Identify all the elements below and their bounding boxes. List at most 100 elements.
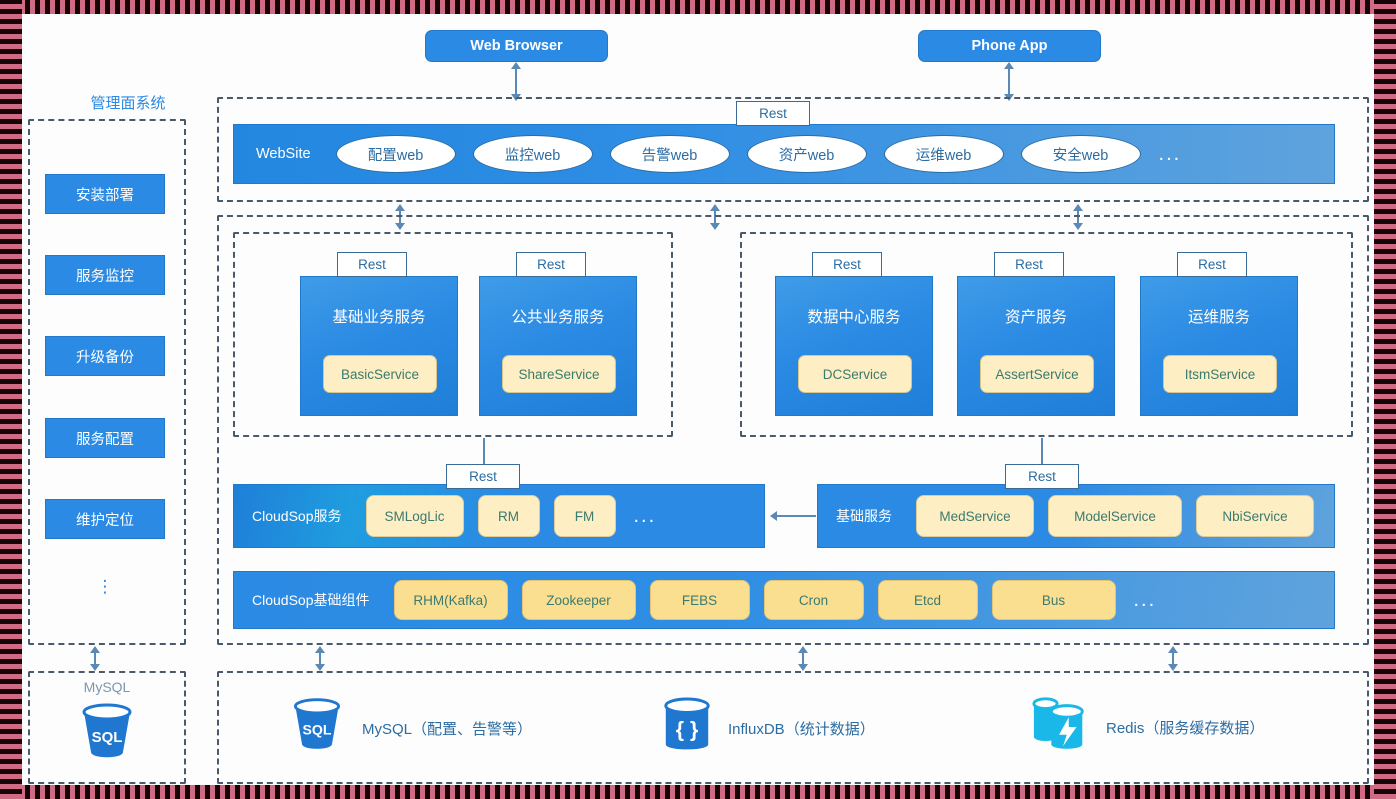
arrowhead-up-comp-influx: [798, 646, 808, 653]
client-phone-app: Phone App: [918, 30, 1101, 62]
service-pill-label: AssertService: [995, 366, 1079, 382]
website-module-ops[interactable]: 运维web: [883, 135, 1004, 173]
sidebar-item-label: 服务配置: [76, 431, 134, 448]
assert-service-rest-tag: Rest: [994, 252, 1064, 277]
arrowhead-up-comp-mysql: [315, 646, 325, 653]
website-module-label: 监控web: [504, 147, 561, 164]
service-pill-shareservice[interactable]: ShareService: [502, 355, 616, 393]
datastore-influxdb-label: InfluxDB（统计数据）: [728, 721, 875, 738]
website-module-label: 资产web: [778, 147, 835, 164]
base-chip-nbiservice[interactable]: NbiService: [1196, 495, 1314, 537]
sidebar-item-install-deploy[interactable]: 安装部署: [45, 174, 165, 214]
sidebar-mysql-title-text: MySQL: [83, 679, 131, 695]
arrowhead-down-comp-influx: [798, 664, 808, 671]
service-card-basic-business: 基础业务服务 BasicService: [300, 276, 458, 416]
service-card-title: 公共业务服务: [511, 309, 605, 326]
cloudsop-chip-smloglic[interactable]: SMLogLic: [365, 495, 464, 537]
website-module-security[interactable]: 安全web: [1020, 135, 1141, 173]
arrowhead-up-ws3: [1073, 204, 1083, 211]
component-chip-zookeeper[interactable]: Zookeeper: [521, 580, 636, 620]
svg-text:SQL: SQL: [92, 729, 123, 746]
chip-label: SMLogLic: [384, 508, 445, 524]
component-chip-bus[interactable]: Bus: [991, 580, 1116, 620]
chip-label: RHM(Kafka): [413, 592, 488, 608]
chip-label: Etcd: [913, 592, 941, 608]
base-chip-medservice[interactable]: MedService: [916, 495, 1034, 537]
client-phone-app-label: Phone App: [971, 38, 1048, 54]
website-module-label: 告警web: [641, 147, 698, 164]
cloudsop-chip-fm[interactable]: FM: [553, 495, 616, 537]
sidebar-more-dots: ⋮: [45, 578, 165, 595]
datastore-redis: Redis（服务缓存数据）: [1030, 694, 1264, 761]
sidebar-item-maintenance[interactable]: 维护定位: [45, 499, 165, 539]
diagram-page: Web Browser Phone App 管理面系统 安装部署 服务监控 升级…: [0, 0, 1396, 799]
service-pill-basicservice[interactable]: BasicService: [323, 355, 437, 393]
arrowhead-up-ws2: [710, 204, 720, 211]
sidebar-item-service-monitor[interactable]: 服务监控: [45, 255, 165, 295]
datastore-influxdb: { } InfluxDB（统计数据）: [660, 696, 875, 761]
component-chip-cron[interactable]: Cron: [763, 580, 864, 620]
base-service-rest-tag: Rest: [1005, 464, 1079, 489]
component-chip-etcd[interactable]: Etcd: [877, 580, 978, 620]
redis-cylinder-icon: [1030, 694, 1092, 761]
rest-label: Rest: [1015, 257, 1043, 272]
sidebar-item-label: 维护定位: [76, 512, 134, 529]
rest-label: Rest: [1198, 257, 1226, 272]
arrowhead-up-ws1: [395, 204, 405, 211]
cloudsop-service-title: CloudSop服务: [252, 508, 342, 524]
service-card-title: 资产服务: [1004, 309, 1067, 326]
website-module-monitor[interactable]: 监控web: [472, 135, 593, 173]
itsm-service-rest-tag: Rest: [1177, 252, 1247, 277]
service-pill-assertservice[interactable]: AssertService: [980, 355, 1094, 393]
influxdb-cylinder-icon: { }: [660, 696, 714, 761]
service-card-title: 数据中心服务: [807, 309, 901, 326]
chip-label: FM: [574, 508, 595, 524]
arrowhead-down-sidebar-mysql: [90, 664, 100, 671]
service-pill-label: DCService: [822, 366, 888, 382]
cloudsop-more-dots: ...: [633, 505, 657, 527]
base-chip-modelservice[interactable]: ModelService: [1048, 495, 1182, 537]
sidebar-item-label: 安装部署: [76, 187, 134, 204]
service-card-ops: 运维服务 ItsmService: [1140, 276, 1298, 416]
website-module-label: 运维web: [915, 147, 972, 164]
service-pill-label: BasicService: [340, 366, 420, 382]
sidebar-item-service-config[interactable]: 服务配置: [45, 418, 165, 458]
service-card-title: 基础业务服务: [332, 309, 426, 326]
arrowhead-up-comp-redis: [1168, 646, 1178, 653]
rest-label: Rest: [1028, 469, 1056, 484]
service-card-public-business: 公共业务服务 ShareService: [479, 276, 637, 416]
service-pill-label: ItsmService: [1184, 366, 1256, 382]
arrowhead-up-sidebar-mysql: [90, 646, 100, 653]
share-service-rest-tag: Rest: [516, 252, 586, 277]
base-service-title: 基础服务: [836, 508, 892, 524]
datastore-mysql: SQL MySQL（配置、告警等）: [286, 696, 532, 761]
sql-cylinder-icon: SQL: [286, 696, 348, 761]
rest-label: Rest: [537, 257, 565, 272]
service-pill-itsmservice[interactable]: ItsmService: [1163, 355, 1277, 393]
chip-label: RM: [498, 508, 519, 524]
website-module-alarm[interactable]: 告警web: [609, 135, 730, 173]
sidebar-item-label: 服务监控: [76, 268, 134, 285]
chip-label: NbiService: [1222, 508, 1288, 524]
cloudsop-components-title: CloudSop基础组件: [252, 592, 370, 608]
website-title: WebSite: [256, 146, 311, 162]
basic-service-rest-tag: Rest: [337, 252, 407, 277]
dc-service-rest-tag: Rest: [812, 252, 882, 277]
cloudsop-chip-rm[interactable]: RM: [477, 495, 540, 537]
chip-label: Bus: [1041, 592, 1066, 608]
service-card-title: 运维服务: [1187, 309, 1250, 326]
sidebar-item-upgrade-backup[interactable]: 升级备份: [45, 336, 165, 376]
service-card-data-center: 数据中心服务 DCService: [775, 276, 933, 416]
website-module-config[interactable]: 配置web: [335, 135, 456, 173]
website-rest-label: Rest: [759, 106, 787, 121]
service-pill-label: ShareService: [518, 366, 600, 382]
website-module-asset[interactable]: 资产web: [746, 135, 867, 173]
arrowhead-up-browser: [511, 62, 521, 69]
component-chip-rhm-kafka[interactable]: RHM(Kafka): [393, 580, 508, 620]
base-service-bar: 基础服务 MedService ModelService NbiService: [817, 484, 1335, 548]
datastore-redis-label: Redis（服务缓存数据）: [1106, 720, 1265, 737]
component-chip-febs[interactable]: FEBS: [649, 580, 750, 620]
svg-text:{ }: { }: [676, 719, 698, 742]
service-pill-dcservice[interactable]: DCService: [798, 355, 912, 393]
arrowhead-down-comp-mysql: [315, 664, 325, 671]
